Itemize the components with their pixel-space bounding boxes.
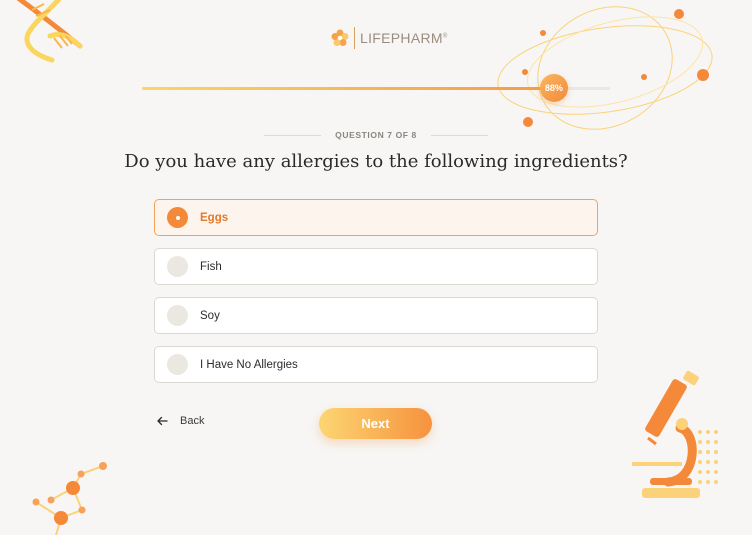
divider: [430, 134, 488, 136]
option-soy[interactable]: Soy: [154, 297, 598, 334]
next-button[interactable]: Next: [319, 408, 432, 439]
option-no-allergies[interactable]: I Have No Allergies: [154, 346, 598, 383]
radio-button[interactable]: [167, 354, 188, 375]
radio-dot: [175, 215, 180, 220]
option-label: Fish: [200, 260, 222, 273]
radio-button[interactable]: [167, 305, 188, 326]
arrow-left-icon: [157, 416, 168, 426]
divider: [264, 134, 322, 136]
brand-name: LIFEPHARM®: [360, 30, 448, 46]
progress-indicator: 88%: [539, 74, 568, 102]
progress-bar: 88%: [142, 74, 610, 102]
question-title: Do you have any allergies to the followi…: [124, 151, 628, 172]
molecule-illustration: [32, 462, 107, 535]
option-fish[interactable]: Fish: [154, 248, 598, 285]
brand-logo: LIFEPHARM®: [330, 26, 448, 50]
option-label: Eggs: [200, 211, 229, 224]
radio-button[interactable]: [167, 256, 188, 277]
dna-illustration: [16, 0, 83, 63]
flower-icon: [331, 29, 349, 46]
back-label: Back: [180, 415, 205, 427]
radio-button[interactable]: [167, 207, 188, 228]
question-counter: QUESTION 7 OF 8: [264, 129, 488, 141]
microscope-illustration: [632, 370, 718, 498]
question-counter-text: QUESTION 7 OF 8: [335, 130, 417, 140]
option-label: Soy: [200, 309, 220, 322]
logo-divider: [354, 27, 355, 49]
option-eggs[interactable]: Eggs: [154, 199, 598, 236]
progress-fill: [142, 87, 554, 90]
orbit-illustration: [497, 6, 713, 130]
option-label: I Have No Allergies: [200, 358, 298, 371]
back-button[interactable]: Back: [156, 415, 204, 427]
